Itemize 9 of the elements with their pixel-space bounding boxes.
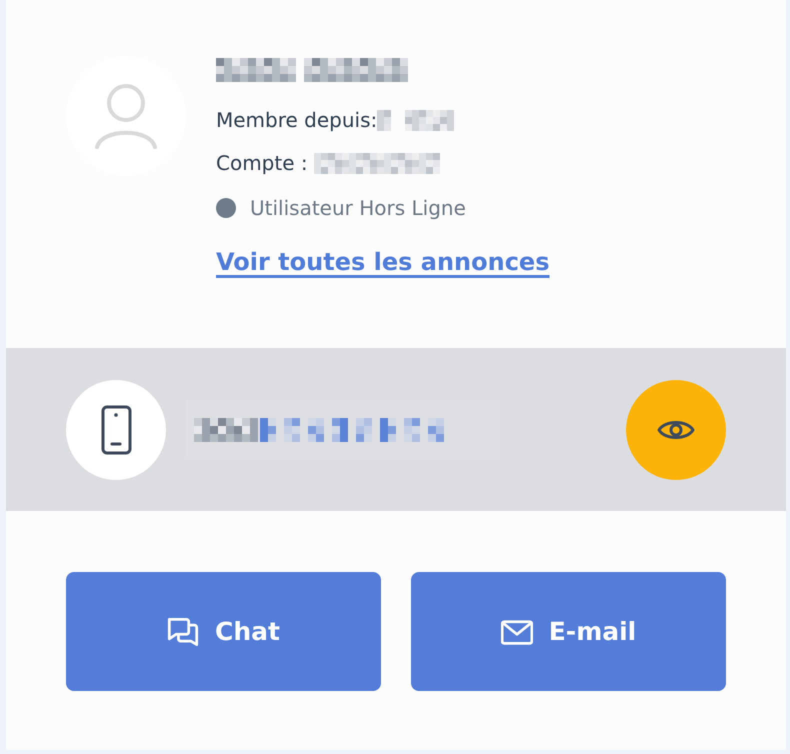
account-label: Compte : <box>216 150 308 177</box>
member-since-label: Membre depuis: <box>216 107 378 134</box>
chat-bubbles-icon <box>167 616 200 648</box>
all-listings-link[interactable]: Voir toutes les annonces <box>216 245 550 279</box>
pixelated-text-placeholder <box>194 418 258 442</box>
phone-icon <box>66 380 166 480</box>
chat-button[interactable]: Chat <box>66 572 381 691</box>
email-button[interactable]: E-mail <box>411 572 726 691</box>
status-text: Utilisateur Hors Ligne <box>250 195 466 222</box>
